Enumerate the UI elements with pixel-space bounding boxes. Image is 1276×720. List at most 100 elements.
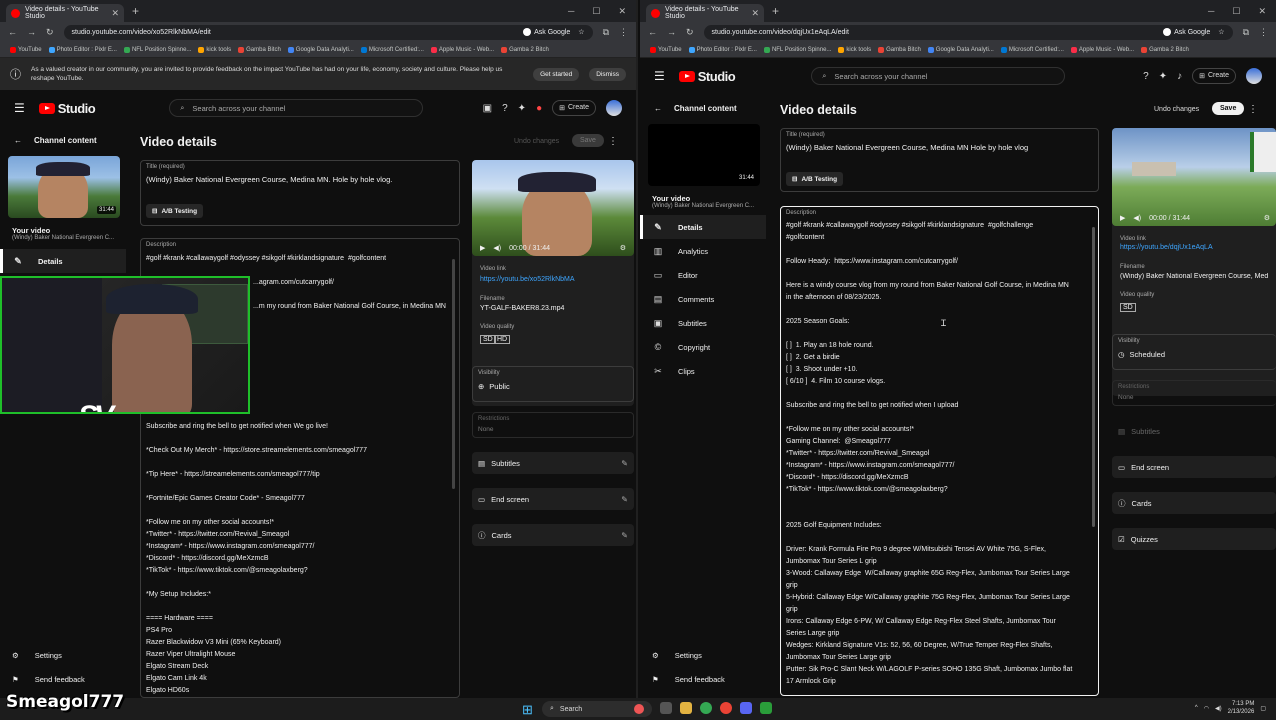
windows-start-icon[interactable]: ⊞ xyxy=(522,702,533,718)
tray-chevron-icon[interactable]: ^ xyxy=(1195,705,1198,711)
create-button[interactable]: ⊞ Create xyxy=(552,100,596,116)
edit-pencil-icon[interactable]: ✎ xyxy=(621,531,628,540)
xbox-icon[interactable] xyxy=(760,702,772,714)
subtitles-row[interactable]: ▤ Subtitles ✎ xyxy=(472,452,634,474)
reload-icon[interactable]: ↻ xyxy=(686,27,694,38)
dismiss-button[interactable]: Dismiss xyxy=(589,67,626,81)
title-value[interactable]: (Windy) Baker National Evergreen Course,… xyxy=(786,143,1093,153)
task-view-icon[interactable] xyxy=(660,702,672,714)
bookmark-item[interactable]: Photo Editor : Pixlr E... xyxy=(688,46,757,53)
bookmark-item[interactable]: YouTube xyxy=(10,46,42,53)
bookmark-item[interactable]: Microsoft Certified:... xyxy=(1000,46,1064,53)
sidebar-item-editor[interactable]: ▭ Editor xyxy=(640,263,766,287)
video-player[interactable]: ▶ ◀) 00:00 / 31:44 ⚙ xyxy=(1112,128,1276,226)
notification-bell-icon[interactable]: ● xyxy=(536,103,542,114)
maximize-icon[interactable]: ☐ xyxy=(592,6,600,17)
sidebar-item-copyright[interactable]: © Copyright xyxy=(640,335,766,359)
back-arrow-icon[interactable]: ← xyxy=(648,27,657,37)
notifications-icon[interactable]: ▢ xyxy=(1260,705,1266,712)
sidebar-item-details[interactable]: ✎ Details xyxy=(640,215,766,239)
new-tab-icon[interactable]: + xyxy=(132,4,139,18)
bookmark-item[interactable]: NFL Position Spinne... xyxy=(763,46,831,53)
video-thumbnail[interactable]: 31:44 xyxy=(648,124,760,186)
sidebar-item-settings[interactable]: ⚙ Settings xyxy=(640,643,702,667)
visibility-dropdown[interactable]: Visibility ⊕ Public xyxy=(472,366,634,402)
hamburger-menu-icon[interactable]: ☰ xyxy=(14,101,25,115)
close-window-icon[interactable]: ✕ xyxy=(618,6,626,17)
reload-icon[interactable]: ↻ xyxy=(46,27,54,38)
back-arrow-icon[interactable]: ← xyxy=(8,27,17,37)
save-button[interactable]: Save xyxy=(1212,102,1245,115)
video-link[interactable]: https://youtu.be/dqjUx1eAqLA xyxy=(1120,244,1213,251)
obs-icon[interactable] xyxy=(720,702,732,714)
menu-dots-icon[interactable]: ⋮ xyxy=(1259,27,1268,38)
bookmark-item[interactable]: Photo Editor : Pixlr E... xyxy=(48,46,117,53)
bookmark-item[interactable]: Microsoft Certified:... xyxy=(360,46,424,53)
get-started-button[interactable]: Get started xyxy=(533,67,580,81)
discord-icon[interactable] xyxy=(740,702,752,714)
close-tab-icon[interactable]: ✕ xyxy=(751,8,759,19)
bookmark-item[interactable]: Gamba Bitch xyxy=(238,46,281,53)
undo-changes-button[interactable]: Undo changes xyxy=(514,138,559,145)
video-thumbnail[interactable]: 31:44 xyxy=(8,156,120,218)
undo-changes-button[interactable]: Undo changes xyxy=(1154,106,1199,113)
chrome-icon[interactable] xyxy=(700,702,712,714)
studio-logo[interactable]: Studio xyxy=(38,101,96,116)
ab-testing-button[interactable]: ⊟ A/B Testing xyxy=(146,204,204,218)
minimize-icon[interactable]: ─ xyxy=(568,6,574,17)
url-field[interactable]: studio.youtube.com/video/dqjUx1eAqLA/edi… xyxy=(703,24,1233,40)
more-options-icon[interactable]: ⋮ xyxy=(608,136,618,147)
close-tab-icon[interactable]: ✕ xyxy=(111,8,119,19)
description-scrollbar[interactable] xyxy=(1092,227,1095,527)
search-input[interactable]: ⌕ Search across your channel xyxy=(811,67,1066,85)
browser-tab[interactable]: Video details - YouTube Studio ✕ xyxy=(646,4,764,22)
sidebar-item-comments[interactable]: ▤ Comments xyxy=(640,287,766,311)
minimize-icon[interactable]: ─ xyxy=(1208,6,1214,17)
bookmark-item[interactable]: Gamba 2 Bitch xyxy=(501,46,549,53)
video-player[interactable]: ▶ ◀) 00:00 / 31:44 ⚙ xyxy=(472,160,634,256)
gear-icon[interactable]: ⚙ xyxy=(1264,214,1270,222)
star-icon[interactable]: ☆ xyxy=(1218,28,1224,36)
volume-icon[interactable]: ◀) xyxy=(493,244,501,252)
url-field[interactable]: studio.youtube.com/video/xo52RlkNbMA/edi… xyxy=(63,24,593,40)
browser-tab[interactable]: Video details - YouTube Studio ✕ xyxy=(6,4,124,22)
sparkle-icon[interactable]: ✦ xyxy=(518,103,526,114)
sidebar-item-analytics[interactable]: ▥ Analytics xyxy=(640,239,766,263)
bookmark-item[interactable]: Gamba Bitch xyxy=(878,46,921,53)
avatar[interactable] xyxy=(1246,68,1262,84)
end-screen-row[interactable]: ▭ End screen xyxy=(1112,456,1276,478)
file-explorer-icon[interactable] xyxy=(680,702,692,714)
description-field[interactable]: Description #golf #krank #callawaygolf #… xyxy=(780,206,1099,696)
volume-icon[interactable]: ◀) xyxy=(1215,705,1222,712)
notification-bell-icon[interactable]: ♪ xyxy=(1177,71,1182,82)
bookmark-item[interactable]: Gamba 2 Bitch xyxy=(1141,46,1189,53)
description-scrollbar[interactable] xyxy=(452,259,455,489)
close-window-icon[interactable]: ✕ xyxy=(1258,6,1266,17)
sidebar-item-send-feedback[interactable]: ⚑ Send feedback xyxy=(0,667,85,691)
create-button[interactable]: ⊞ Create xyxy=(1192,68,1236,84)
studio-logo[interactable]: Studio xyxy=(678,69,736,84)
volume-icon[interactable]: ◀) xyxy=(1133,214,1141,222)
ab-testing-button[interactable]: ⊟ A/B Testing xyxy=(786,172,844,186)
bookmark-item[interactable]: NFL Position Spinne... xyxy=(123,46,191,53)
gear-icon[interactable]: ⚙ xyxy=(620,244,626,252)
end-screen-row[interactable]: ▭ End screen ✎ xyxy=(472,488,634,510)
sidebar-item-settings[interactable]: ⚙ Settings xyxy=(0,643,62,667)
help-icon[interactable]: ? xyxy=(502,103,508,114)
channel-content-link[interactable]: ← Channel content xyxy=(640,98,766,118)
maximize-icon[interactable]: ☐ xyxy=(1232,6,1240,17)
forward-arrow-icon[interactable]: → xyxy=(667,27,676,37)
edit-pencil-icon[interactable]: ✎ xyxy=(621,495,628,504)
bookmark-item[interactable]: Apple Music - Web... xyxy=(1070,46,1134,53)
bookmark-item[interactable]: kick tools xyxy=(838,46,871,53)
menu-dots-icon[interactable]: ⋮ xyxy=(619,27,628,38)
cards-row[interactable]: ⓘ Cards ✎ xyxy=(472,524,634,546)
bookmark-item[interactable]: YouTube xyxy=(650,46,682,53)
extensions-icon[interactable]: ⧉ xyxy=(603,27,609,38)
cards-row[interactable]: ⓘ Cards xyxy=(1112,492,1276,514)
help-icon[interactable]: ? xyxy=(1143,71,1149,82)
sidebar-item-details[interactable]: ✎ Details xyxy=(0,249,126,273)
hamburger-menu-icon[interactable]: ☰ xyxy=(654,69,665,83)
sparkle-icon[interactable]: ✦ xyxy=(1159,71,1167,82)
avatar[interactable] xyxy=(606,100,622,116)
